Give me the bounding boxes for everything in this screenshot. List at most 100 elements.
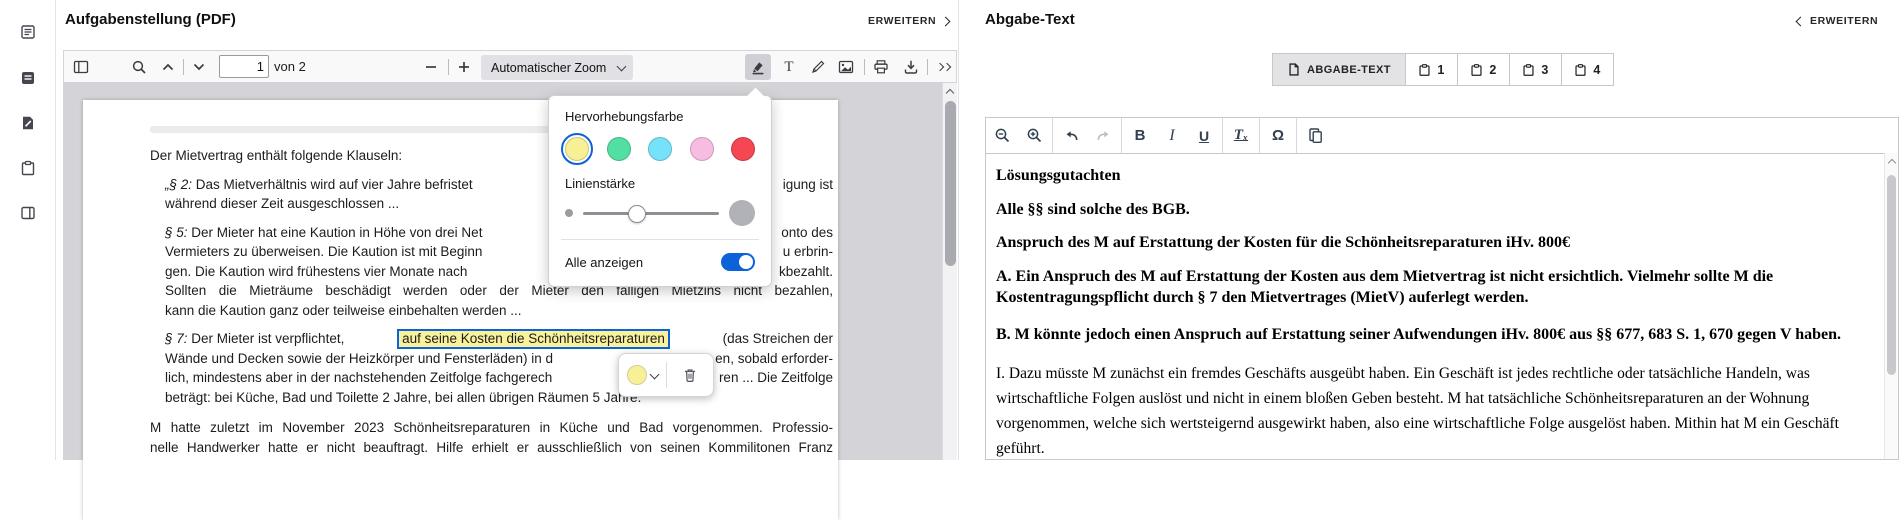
- download-button[interactable]: [898, 54, 924, 80]
- delete-annotation-button[interactable]: [667, 367, 714, 383]
- toolbar-separator: [1259, 118, 1260, 153]
- page-number-input[interactable]: [219, 55, 269, 78]
- tab-attempt-1[interactable]: 1: [1405, 53, 1458, 86]
- color-swatch-blue[interactable]: [648, 137, 672, 161]
- pdf-line: nelle Handwerker hatte er nicht beauftra…: [150, 438, 833, 458]
- italic-button[interactable]: I: [1156, 118, 1188, 153]
- editor-scrollbar[interactable]: [1884, 153, 1898, 459]
- chevron-down-icon: [649, 369, 659, 379]
- task-document-icon[interactable]: [20, 70, 36, 86]
- clause-text: gen. Die Kaution wird frühestens vier Mo…: [165, 262, 467, 282]
- text-tool-glyph: T: [784, 59, 793, 76]
- zoom-select[interactable]: Automatischer Zoom: [481, 55, 633, 80]
- pdf-paragraph-facts: M hatte zuletzt im November 2023 Schönhe…: [150, 418, 833, 457]
- tab-attempt-3[interactable]: 3: [1509, 53, 1562, 86]
- editor-content[interactable]: Lösungsgutachten Alle §§ sind solche des…: [986, 153, 1884, 459]
- show-all-toggle[interactable]: [721, 253, 755, 271]
- clipboard-icon: [1418, 63, 1431, 77]
- clause-number: § 5:: [165, 225, 188, 240]
- slider-thumb[interactable]: [628, 205, 646, 223]
- annotation-mini-toolbar: [618, 353, 714, 397]
- toolbar-separator: [448, 59, 449, 75]
- pdf-scrollbar[interactable]: [942, 83, 957, 460]
- tab-attempt-4[interactable]: 4: [1561, 53, 1614, 86]
- tab-label: ABGABE-TEXT: [1307, 64, 1391, 76]
- chevron-down-icon: [617, 61, 627, 71]
- editor-paragraph[interactable]: Alle §§ sind solche des BGB.: [996, 199, 1870, 221]
- popup-divider: [561, 239, 759, 240]
- free-text-tool-button[interactable]: T: [776, 54, 802, 80]
- undo-button[interactable]: [1055, 118, 1087, 153]
- pdf-line: lich, mindestens aber in der nachstehend…: [165, 368, 833, 388]
- more-tools-button[interactable]: [930, 54, 956, 80]
- scrollbar-thumb[interactable]: [1887, 175, 1896, 375]
- clause-text-fragment: kbezahlt.: [779, 262, 833, 282]
- scrollbar-thumb[interactable]: [945, 101, 956, 266]
- color-swatch-green[interactable]: [607, 137, 631, 161]
- editor-expand-button[interactable]: ERWEITERN: [1797, 15, 1878, 27]
- toggle-sidebar-button[interactable]: [68, 54, 94, 80]
- clipboard-icon[interactable]: [20, 160, 36, 176]
- bold-button[interactable]: B: [1124, 118, 1156, 153]
- show-all-row: Alle anzeigen: [565, 250, 755, 274]
- clause-text: (das Streichen der: [723, 329, 833, 349]
- thickness-label: Linienstärke: [565, 176, 755, 191]
- clause-text: Das Mietverhältnis wird auf vier Jahre b…: [192, 177, 473, 192]
- highlight-annotation[interactable]: auf seine Kosten die Schönheitsreparatur…: [397, 329, 670, 349]
- clause-text: Vermieters zu überweisen. Die Kaution is…: [165, 242, 482, 262]
- clause-text: lich, mindestens aber in der nachstehend…: [165, 368, 552, 388]
- toolbar-separator: [1296, 118, 1297, 153]
- editor-paragraph[interactable]: Anspruch des M auf Erstattung der Kosten…: [996, 232, 1870, 254]
- tab-attempt-2[interactable]: 2: [1457, 53, 1510, 86]
- show-all-label: Alle anzeigen: [565, 255, 643, 270]
- pdf-line: § 7: Der Mieter ist verpflichtet, auf se…: [165, 329, 833, 349]
- layout-panel-icon[interactable]: [20, 205, 36, 221]
- image-tool-button[interactable]: [833, 54, 859, 80]
- pdf-expand-button[interactable]: ERWEITERN: [868, 15, 949, 27]
- special-character-button[interactable]: Ω: [1262, 118, 1294, 153]
- annotation-color-dropdown[interactable]: [619, 365, 666, 385]
- remove-format-button[interactable]: Tₓ: [1225, 118, 1257, 153]
- underline-button[interactable]: U: [1188, 118, 1220, 153]
- clause-text: Der Mieter ist verpflichtet,: [188, 331, 345, 346]
- tab-label: 1: [1437, 63, 1444, 77]
- faded-heading-line: [150, 126, 557, 133]
- toolbar-separator: [1052, 118, 1053, 153]
- chevron-left-icon: [1796, 16, 1806, 26]
- editor-paragraph[interactable]: Lösungsgutachten: [996, 165, 1870, 187]
- color-swatch-yellow[interactable]: [565, 137, 589, 161]
- previous-page-button[interactable]: [155, 54, 181, 80]
- toolbar-separator: [1222, 118, 1223, 153]
- editor-paragraph[interactable]: A. Ein Anspruch des M auf Erstattung der…: [996, 266, 1870, 309]
- tab-abgabe-text[interactable]: ABGABE-TEXT: [1272, 53, 1406, 86]
- draw-tool-button[interactable]: [805, 54, 831, 80]
- color-swatch-row: [565, 134, 755, 164]
- editor-paragraph[interactable]: B. M könnte jedoch einen Anspruch auf Er…: [996, 324, 1870, 346]
- pdf-line: kann die Kaution ganz oder teilweise ein…: [165, 301, 833, 321]
- scroll-up-button[interactable]: [1885, 153, 1898, 169]
- zoom-in-button[interactable]: [451, 54, 477, 80]
- scroll-up-button[interactable]: [943, 83, 957, 100]
- search-icon[interactable]: [126, 54, 152, 80]
- color-swatch-red[interactable]: [731, 137, 755, 161]
- document-icon: [1287, 62, 1301, 77]
- article-icon[interactable]: [20, 24, 36, 40]
- editor-zoom-in-button[interactable]: [1018, 118, 1050, 153]
- thickness-slider[interactable]: [583, 212, 719, 215]
- color-swatch-pink[interactable]: [690, 137, 714, 161]
- redo-button[interactable]: [1087, 118, 1119, 153]
- editor-paragraph[interactable]: I. Dazu müsste M zunächst ein fremdes Ge…: [996, 361, 1870, 459]
- highlighter-tool-button[interactable]: [745, 54, 771, 80]
- editor-toolbar: B I U Tₓ Ω: [986, 118, 1898, 154]
- next-page-button[interactable]: [186, 54, 212, 80]
- pdf-toolbar: von 2 Automatischer Zoom T: [63, 50, 957, 83]
- draft-pencil-icon[interactable]: [20, 115, 36, 131]
- editor-zoom-out-button[interactable]: [986, 118, 1018, 153]
- print-button[interactable]: [868, 54, 894, 80]
- chevron-up-icon: [946, 89, 954, 97]
- thickness-max-icon: [729, 200, 755, 226]
- tab-label: 3: [1541, 63, 1548, 77]
- zoom-out-button[interactable]: [418, 54, 444, 80]
- paste-button[interactable]: [1299, 118, 1331, 153]
- clause-text-fragment: u erbrin-: [783, 242, 833, 262]
